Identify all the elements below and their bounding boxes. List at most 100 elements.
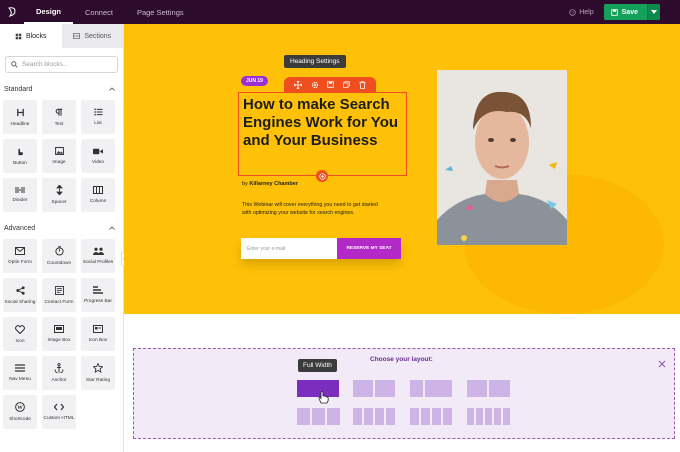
tab-blocks[interactable]: Blocks bbox=[0, 24, 62, 48]
chevron-up-icon bbox=[109, 226, 115, 230]
social-profiles-icon bbox=[92, 247, 104, 255]
gear-icon[interactable] bbox=[311, 81, 319, 89]
tab-page-settings[interactable]: Page Settings bbox=[125, 0, 196, 24]
layout-four-columns-wide[interactable] bbox=[353, 408, 395, 425]
image-icon bbox=[54, 147, 64, 155]
top-nav: Design Connect Page Settings bbox=[24, 0, 196, 24]
block-label: Countdown bbox=[46, 261, 72, 266]
block-icon-box[interactable]: Icon Box bbox=[81, 317, 115, 351]
reserve-seat-button[interactable]: RESERVE MY SEAT bbox=[337, 238, 401, 259]
search-input[interactable] bbox=[22, 61, 112, 68]
chevron-up-icon bbox=[109, 87, 115, 91]
block-optin-form[interactable]: Optin Form bbox=[3, 239, 37, 273]
save-block-icon[interactable] bbox=[327, 81, 335, 88]
heading-block[interactable]: How to make Search Engines Work for You … bbox=[238, 92, 407, 176]
logo-icon[interactable] bbox=[0, 0, 24, 24]
chevron-down-icon bbox=[651, 10, 657, 14]
block-label: Text bbox=[54, 121, 64, 127]
divider-icon bbox=[15, 187, 25, 193]
heart-icon bbox=[15, 324, 25, 334]
block-social-sharing[interactable]: Social Sharing bbox=[3, 278, 37, 312]
block-star-rating[interactable]: Star Rating bbox=[81, 356, 115, 390]
block-label: Column bbox=[89, 199, 107, 204]
move-icon[interactable] bbox=[294, 80, 303, 89]
wordpress-icon: W bbox=[15, 402, 25, 412]
optin-form-icon bbox=[15, 247, 25, 255]
block-image[interactable]: Image bbox=[42, 139, 76, 173]
hero-heading: How to make Search Engines Work for You … bbox=[243, 96, 399, 149]
full-width-tooltip: Full Width bbox=[298, 359, 337, 372]
layout-four-columns[interactable] bbox=[410, 408, 452, 425]
trash-icon[interactable] bbox=[359, 80, 366, 89]
block-spacer[interactable]: Spacer bbox=[42, 178, 76, 212]
layout-chooser-title: Choose your layout: bbox=[370, 356, 433, 363]
block-contact-form[interactable]: Contact Form bbox=[42, 278, 76, 312]
save-button[interactable]: Save bbox=[604, 4, 647, 20]
block-label: Shortcode bbox=[9, 417, 31, 422]
block-toolbar bbox=[284, 77, 376, 92]
block-countdown[interactable]: Countdown bbox=[42, 239, 76, 273]
block-nav-menu[interactable]: Nav Menu bbox=[3, 356, 37, 390]
block-image-box[interactable]: Image Box bbox=[42, 317, 76, 351]
email-field[interactable] bbox=[241, 238, 337, 259]
tab-sections[interactable]: Sections bbox=[61, 24, 123, 48]
block-label: Star Rating bbox=[86, 378, 110, 383]
add-block-button[interactable] bbox=[316, 170, 328, 182]
standard-section-header[interactable]: Standard bbox=[0, 82, 123, 96]
icon-box-icon bbox=[93, 325, 103, 333]
tab-design[interactable]: Design bbox=[24, 0, 74, 24]
save-label: Save bbox=[621, 8, 638, 16]
standard-blocks-grid: Headline Text List Button Image Video Di… bbox=[0, 100, 123, 212]
sidebar: Blocks Sections Standard Headline Text L… bbox=[0, 24, 124, 452]
layout-two-thirds-one-third-alt[interactable] bbox=[467, 380, 510, 397]
block-label: List bbox=[94, 121, 102, 126]
block-icon[interactable]: Icon bbox=[3, 317, 37, 351]
block-column[interactable]: Column bbox=[81, 178, 115, 212]
layout-five-columns[interactable] bbox=[467, 408, 510, 425]
block-label: Anchor bbox=[51, 378, 67, 383]
block-divider[interactable]: Divider bbox=[3, 178, 37, 212]
block-label: Button bbox=[13, 160, 27, 166]
duplicate-icon[interactable] bbox=[343, 81, 350, 88]
presenter-photo[interactable] bbox=[437, 70, 567, 245]
progress-bar-icon bbox=[93, 286, 103, 294]
svg-text:?: ? bbox=[572, 10, 575, 15]
countdown-icon bbox=[54, 246, 64, 256]
hero-section[interactable]: Heading Settings JUN 19 How to make Sear… bbox=[124, 24, 680, 314]
tab-sections-label: Sections bbox=[84, 32, 112, 40]
help-link[interactable]: ? Help bbox=[569, 8, 594, 16]
top-bar: Design Connect Page Settings ? Help Save bbox=[0, 0, 680, 24]
block-label: Optin Form bbox=[8, 260, 32, 265]
block-label: Social Sharing bbox=[4, 299, 36, 305]
block-shortcode[interactable]: W Shortcode bbox=[3, 395, 37, 429]
advanced-section-header[interactable]: Advanced bbox=[0, 221, 123, 235]
block-headline[interactable]: Headline bbox=[3, 100, 37, 134]
layout-three-columns[interactable] bbox=[297, 408, 340, 425]
block-social-profiles[interactable]: Social Profiles bbox=[81, 239, 115, 273]
block-label: Headline bbox=[10, 121, 30, 127]
block-label: Contact Form bbox=[44, 299, 74, 305]
video-icon bbox=[93, 148, 103, 154]
byline-prefix: by bbox=[242, 181, 248, 187]
block-label: Icon bbox=[15, 338, 25, 344]
advanced-section-title: Advanced bbox=[4, 224, 36, 232]
anchor-icon bbox=[54, 363, 64, 373]
layout-two-thirds-one-third[interactable] bbox=[410, 380, 452, 397]
layout-two-columns[interactable] bbox=[353, 380, 395, 397]
block-button[interactable]: Button bbox=[3, 139, 37, 173]
hero-description: This Webinar will cover everything you n… bbox=[242, 202, 378, 216]
help-icon: ? bbox=[569, 8, 576, 16]
svg-text:W: W bbox=[17, 405, 23, 411]
headline-icon bbox=[16, 108, 24, 116]
block-custom-html[interactable]: Custom HTML bbox=[42, 395, 76, 429]
text-icon bbox=[55, 108, 63, 116]
save-options-button[interactable] bbox=[647, 4, 660, 20]
block-label: Image Box bbox=[47, 338, 71, 343]
block-text[interactable]: Text bbox=[42, 100, 76, 134]
close-icon[interactable] bbox=[658, 355, 666, 373]
block-video[interactable]: Video bbox=[81, 139, 115, 173]
block-progress-bar[interactable]: Progress Bar bbox=[81, 278, 115, 312]
block-list[interactable]: List bbox=[81, 100, 115, 134]
tab-connect[interactable]: Connect bbox=[73, 0, 125, 24]
block-anchor[interactable]: Anchor bbox=[42, 356, 76, 390]
